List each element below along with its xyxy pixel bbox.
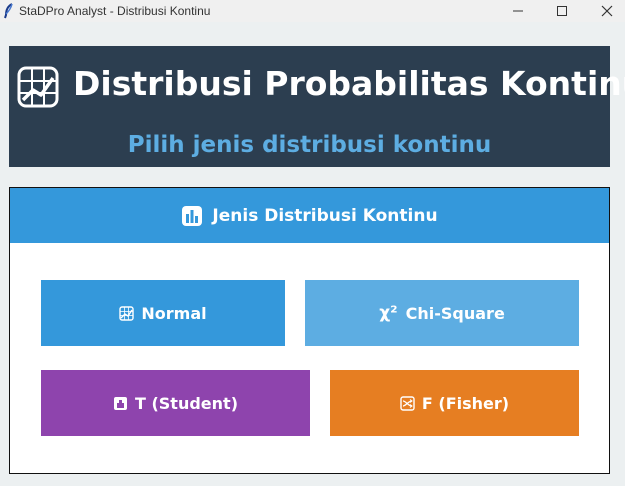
t-student-label: T (Student)	[134, 393, 238, 413]
chi-square-button[interactable]: χ² Chi-Square	[305, 280, 579, 346]
distribution-panel: Jenis Distribusi Kontinu Normal χ² Chi-S…	[9, 187, 610, 474]
f-fisher-label: F (Fisher)	[421, 393, 510, 413]
panel-header: Jenis Distribusi Kontinu	[10, 188, 609, 243]
maximize-button[interactable]	[539, 0, 585, 22]
maximize-icon	[557, 6, 567, 16]
chart-icon	[119, 305, 135, 321]
f-fisher-button[interactable]: F (Fisher)	[330, 370, 579, 436]
window-title: StaDPro Analyst - Distribusi Kontinu	[19, 4, 211, 18]
title-bar: StaDPro Analyst - Distribusi Kontinu	[0, 0, 625, 22]
normal-label: Normal	[141, 303, 207, 323]
minimize-icon	[513, 10, 523, 12]
close-button[interactable]	[584, 0, 625, 22]
chi-square-label: Chi-Square	[405, 303, 505, 323]
chart-icon	[17, 66, 59, 108]
page-subtitle: Pilih jenis distribusi kontinu	[127, 132, 492, 158]
minimize-button[interactable]	[495, 0, 541, 22]
t-box-icon	[113, 396, 127, 410]
bar-chart-icon	[182, 205, 203, 226]
t-student-button[interactable]: T (Student)	[41, 370, 310, 436]
page-title: Distribusi Probabilitas Kontinu	[73, 64, 625, 103]
close-icon	[601, 5, 613, 17]
shuffle-icon	[400, 395, 415, 411]
normal-button[interactable]: Normal	[41, 280, 285, 346]
header-banner: Distribusi Probabilitas Kontinu Pilih je…	[9, 46, 625, 167]
chi-square-symbol: χ²	[379, 303, 398, 323]
feather-icon	[4, 3, 13, 19]
panel-title: Jenis Distribusi Kontinu	[212, 205, 438, 226]
